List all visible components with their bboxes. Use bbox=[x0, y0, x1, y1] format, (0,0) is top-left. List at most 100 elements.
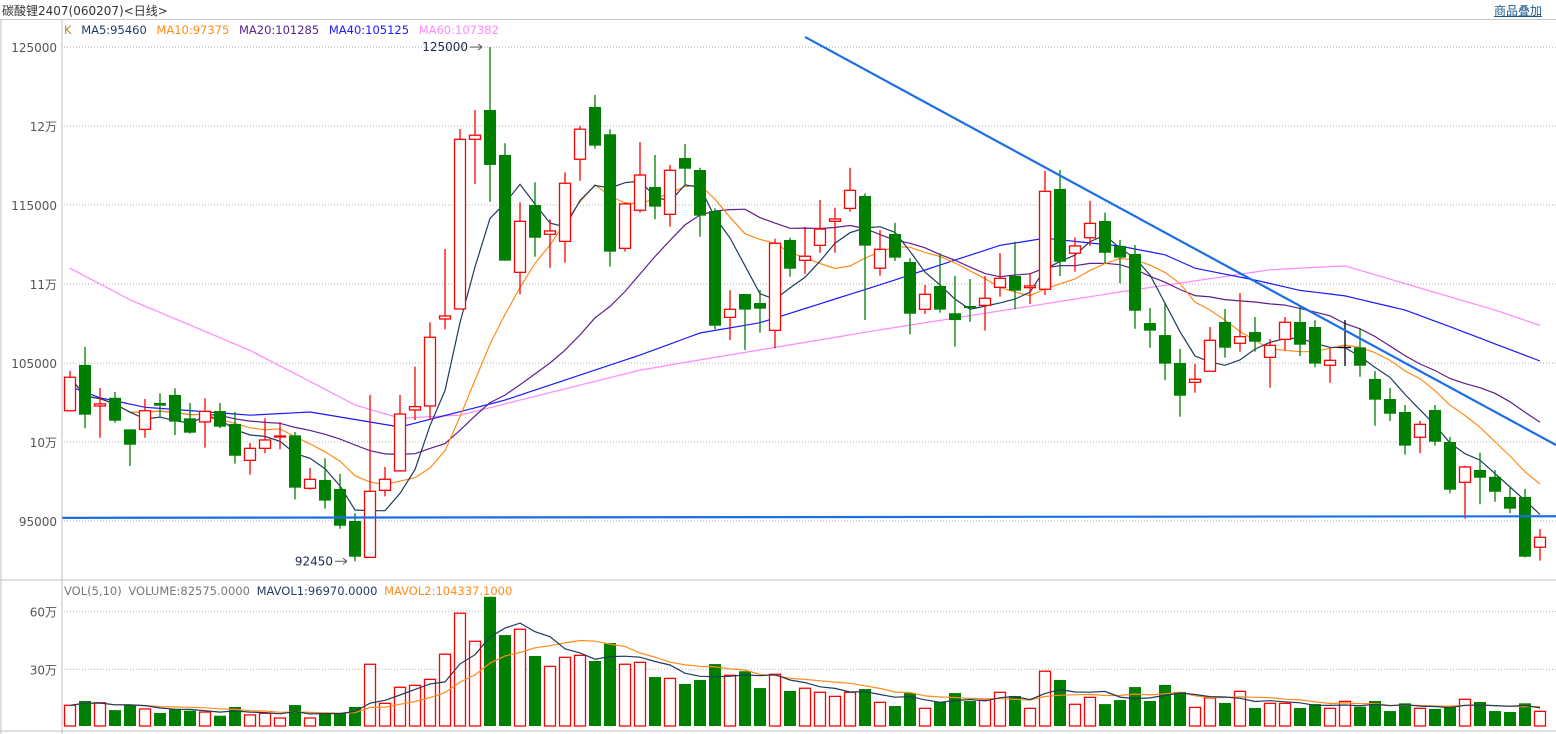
candle bbox=[813, 199, 827, 253]
volume-bar bbox=[63, 704, 77, 727]
candle bbox=[828, 207, 842, 253]
volume-bar bbox=[934, 701, 946, 726]
candle-body bbox=[1009, 275, 1021, 291]
candle bbox=[934, 253, 946, 313]
candle-body bbox=[1068, 245, 1082, 254]
candle bbox=[709, 208, 721, 330]
candle bbox=[214, 402, 226, 429]
candle bbox=[1068, 237, 1082, 272]
candle bbox=[1114, 239, 1126, 284]
candle-body bbox=[1038, 190, 1052, 290]
candle bbox=[1444, 436, 1456, 494]
candle bbox=[1233, 293, 1247, 352]
volume-bar bbox=[663, 677, 677, 727]
candle bbox=[649, 154, 661, 220]
candle bbox=[438, 248, 452, 330]
volume-bar bbox=[694, 679, 706, 726]
candle-body bbox=[243, 447, 257, 461]
support-line[interactable] bbox=[62, 515, 1556, 519]
candle-body bbox=[573, 128, 587, 160]
candle-body bbox=[1083, 222, 1097, 239]
candle bbox=[1188, 363, 1202, 393]
candle-body bbox=[918, 293, 932, 310]
candle bbox=[618, 202, 632, 252]
volume-bar bbox=[453, 612, 467, 727]
volume-bar bbox=[723, 674, 737, 727]
candle bbox=[453, 129, 467, 310]
candle-body bbox=[978, 297, 992, 307]
candle bbox=[169, 388, 181, 436]
candle bbox=[393, 394, 407, 472]
volume-bar bbox=[1354, 706, 1366, 726]
candle bbox=[1023, 273, 1037, 304]
volume-legend: VOL(5,10) VOLUME:82575.0000 MAVOL1:96970… bbox=[64, 584, 518, 598]
volume-bar bbox=[93, 702, 107, 727]
candle-body bbox=[1474, 469, 1486, 478]
volume-bar bbox=[363, 663, 377, 727]
candle bbox=[529, 182, 541, 257]
volume-bar bbox=[843, 691, 857, 727]
legend-ma10: MA10:97375 bbox=[156, 23, 230, 37]
candle-body bbox=[754, 302, 766, 309]
price-tick-label: 10万 bbox=[30, 436, 57, 450]
candle-body bbox=[934, 285, 946, 310]
candle bbox=[1323, 348, 1337, 383]
candle-body bbox=[484, 109, 496, 165]
volume-bar bbox=[1399, 703, 1411, 726]
candle-body bbox=[319, 479, 331, 501]
volume-bar bbox=[1038, 670, 1052, 727]
drawn-lines[interactable] bbox=[62, 35, 1556, 519]
candle-body bbox=[138, 410, 152, 431]
candle bbox=[889, 222, 901, 261]
candle-body bbox=[1159, 335, 1171, 364]
candlestick-chart[interactable]: 12500012万11500011万10500010万95000 60万30万 … bbox=[0, 0, 1556, 734]
volume-bar bbox=[543, 665, 557, 727]
candle-body bbox=[1294, 321, 1306, 345]
candle-body bbox=[1263, 344, 1277, 358]
candle bbox=[408, 366, 422, 421]
volume-bar bbox=[1489, 711, 1501, 726]
volume-bar bbox=[1263, 702, 1277, 727]
volume-bar bbox=[1054, 679, 1066, 726]
candle bbox=[289, 432, 301, 500]
volume-bar bbox=[1413, 707, 1427, 727]
candle-body bbox=[604, 134, 616, 252]
candle-body bbox=[1323, 359, 1337, 366]
candle bbox=[1384, 387, 1396, 421]
volume-bar bbox=[319, 713, 331, 726]
volume-bar bbox=[124, 705, 136, 726]
volume-bar bbox=[828, 695, 842, 727]
candle bbox=[1099, 212, 1111, 264]
volume-axis: 60万 30万 bbox=[30, 605, 57, 677]
candle-body bbox=[408, 405, 422, 411]
main-legend: K MA5:95460 MA10:97375 MA20:101285 MA40:… bbox=[64, 23, 505, 37]
price-tick-label: 125000 bbox=[11, 41, 57, 55]
volume-bar bbox=[1219, 702, 1231, 726]
volume-bars bbox=[63, 596, 1547, 727]
candle-body bbox=[124, 429, 136, 445]
candle-body bbox=[1144, 323, 1156, 331]
candle-body bbox=[229, 424, 241, 456]
volume-bar bbox=[138, 708, 152, 727]
candle bbox=[843, 167, 857, 212]
candle-body bbox=[543, 230, 557, 235]
candle bbox=[543, 219, 557, 268]
candle-body bbox=[649, 187, 661, 207]
candle-body bbox=[289, 435, 301, 488]
candle-body bbox=[273, 435, 287, 438]
legend-k: K bbox=[64, 23, 72, 37]
candle-body bbox=[109, 397, 121, 421]
candle-body bbox=[169, 394, 181, 422]
candle bbox=[484, 47, 496, 202]
candle bbox=[63, 370, 77, 412]
candle bbox=[138, 399, 152, 438]
candle bbox=[1519, 488, 1531, 558]
candle-body bbox=[633, 174, 647, 211]
candle-body bbox=[363, 490, 377, 558]
candle bbox=[1174, 348, 1186, 417]
price-tick-label: 12万 bbox=[30, 120, 57, 134]
candle-body bbox=[1369, 378, 1381, 400]
candle bbox=[993, 253, 1007, 297]
volume-bar bbox=[1083, 696, 1097, 727]
candle-body bbox=[739, 293, 751, 310]
